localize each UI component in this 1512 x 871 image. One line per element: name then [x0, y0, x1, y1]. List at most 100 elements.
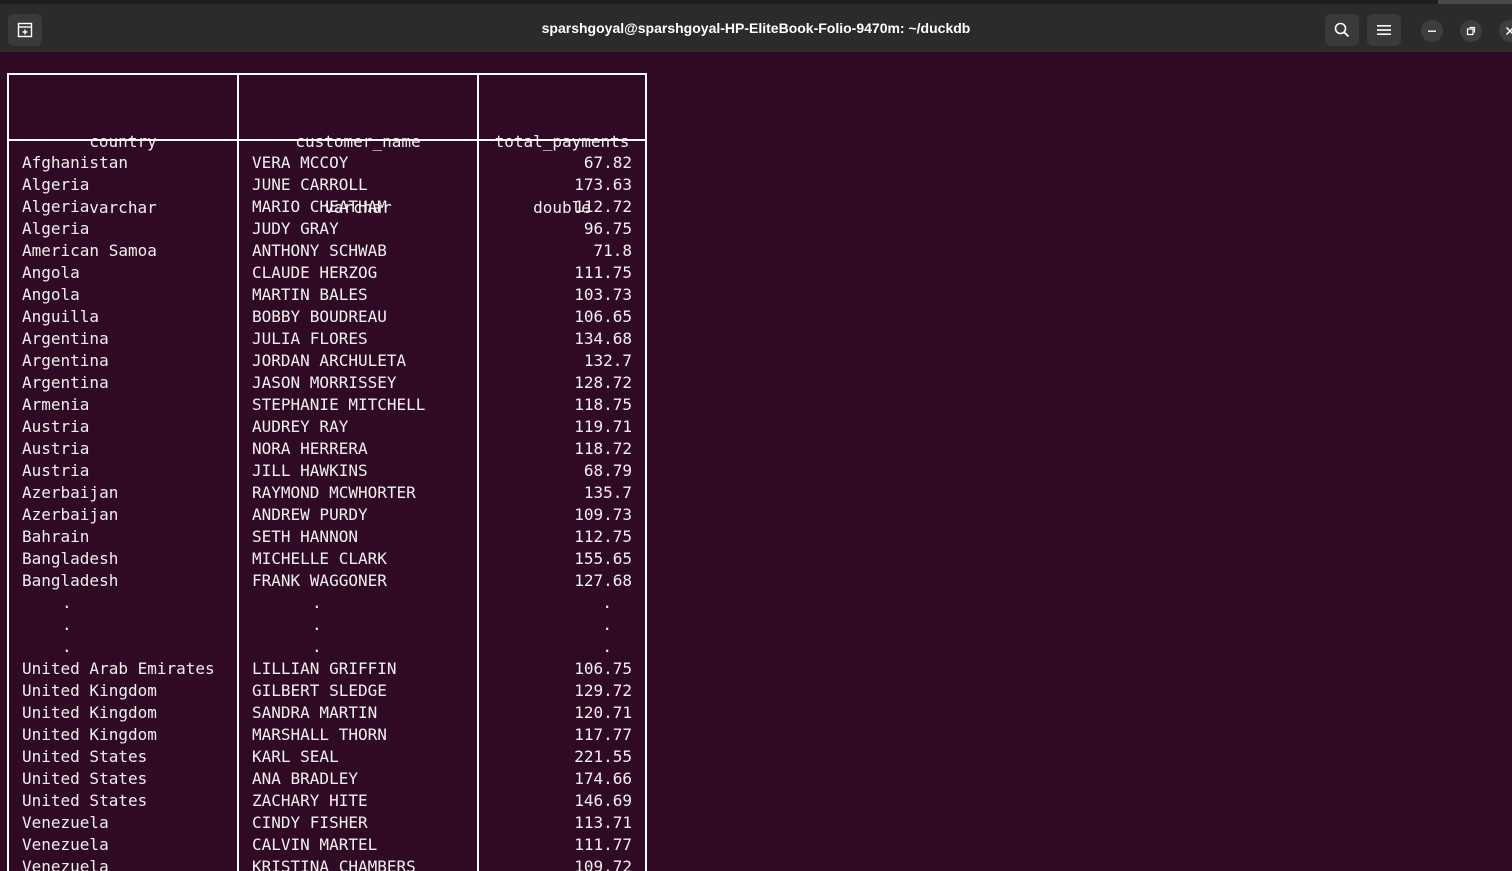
- cell-country: Argentina: [22, 351, 109, 370]
- cell-total-payments: 173.63: [574, 175, 632, 194]
- cell-customer-name: MARTIN BALES: [252, 285, 368, 304]
- cell-country: United States: [22, 791, 148, 810]
- table-row: American Samoa ANTHONY SCHWAB 71.8: [9, 240, 645, 262]
- minimize-icon: [1428, 30, 1436, 32]
- cell-total-payments: 132.7: [583, 351, 632, 370]
- cell-customer-name: KRISTINA CHAMBERS: [252, 857, 416, 871]
- cell-total-payments: 135.7: [583, 483, 632, 502]
- window-titlebar: sparshgoyal@sparshgoyal-HP-EliteBook-Fol…: [0, 0, 1512, 52]
- cell-country: Azerbaijan: [22, 483, 119, 502]
- cell-country: Algeria: [22, 175, 90, 194]
- cell-total-payments: 111.75: [574, 263, 632, 282]
- cell-total-payments: 103.73: [574, 285, 632, 304]
- cell-customer-name: ANTHONY SCHWAB: [252, 241, 387, 260]
- cell-customer-name: JASON MORRISSEY: [252, 373, 397, 392]
- cell-customer-name: VERA MCCOY: [252, 153, 349, 172]
- table-row: Austria NORA HERRERA 118.72: [9, 438, 645, 460]
- search-icon: [1334, 22, 1350, 38]
- cell-country: Bangladesh: [22, 571, 119, 590]
- column-name: customer_name: [295, 132, 421, 151]
- cell-total-payments: 71.8: [593, 241, 632, 260]
- cell-country: Argentina: [22, 373, 109, 392]
- ellipsis-dot: .: [312, 593, 322, 612]
- cell-country: Austria: [22, 439, 90, 458]
- cell-customer-name: CALVIN MARTEL: [252, 835, 378, 854]
- cell-country: Bangladesh: [22, 549, 119, 568]
- cell-total-payments: 113.71: [574, 813, 632, 832]
- ellipsis-dot: .: [62, 637, 72, 656]
- column-name: total_payments: [494, 132, 630, 151]
- cell-country: Angola: [22, 263, 80, 282]
- cell-total-payments: 221.55: [574, 747, 632, 766]
- cell-country: United Kingdom: [22, 703, 157, 722]
- cell-total-payments: 68.79: [583, 461, 632, 480]
- table-row: United Kingdom GILBERT SLEDGE 129.72: [9, 680, 645, 702]
- ellipsis-dot: .: [62, 615, 72, 634]
- restore-button[interactable]: [1460, 20, 1482, 42]
- table-row: United Kingdom SANDRA MARTIN 120.71: [9, 702, 645, 724]
- cell-total-payments: 106.65: [574, 307, 632, 326]
- table-row: Anguilla BOBBY BOUDREAU 106.65: [9, 306, 645, 328]
- cell-customer-name: MARSHALL THORN: [252, 725, 387, 744]
- cell-total-payments: 155.65: [574, 549, 632, 568]
- cell-customer-name: CINDY FISHER: [252, 813, 368, 832]
- cell-total-payments: 112.75: [574, 527, 632, 546]
- table-row: United States ZACHARY HITE 146.69: [9, 790, 645, 812]
- cell-total-payments: 134.68: [574, 329, 632, 348]
- cell-customer-name: CLAUDE HERZOG: [252, 263, 378, 282]
- cell-total-payments: 127.68: [574, 571, 632, 590]
- cell-customer-name: JUNE CARROLL: [252, 175, 368, 194]
- restore-icon: [1466, 26, 1476, 36]
- table-row: United Arab Emirates LILLIAN GRIFFIN 106.7…: [9, 658, 645, 680]
- cell-customer-name: BOBBY BOUDREAU: [252, 307, 387, 326]
- minimize-button[interactable]: [1421, 20, 1443, 42]
- hamburger-menu-icon: [1377, 25, 1391, 35]
- cell-country: Armenia: [22, 395, 90, 414]
- table-row: Austria JILL HAWKINS 68.79: [9, 460, 645, 482]
- table-row: United States ANA BRADLEY 174.66: [9, 768, 645, 790]
- cell-total-payments: 109.72: [574, 857, 632, 871]
- cell-country: Azerbaijan: [22, 505, 119, 524]
- table-row: Venezuela CALVIN MARTEL 111.77: [9, 834, 645, 856]
- cell-total-payments: 106.75: [574, 659, 632, 678]
- cell-country: United Arab Emirates: [22, 659, 215, 678]
- cell-customer-name: JILL HAWKINS: [252, 461, 368, 480]
- cell-total-payments: 109.73: [574, 505, 632, 524]
- cell-country: Afghanistan: [22, 153, 128, 172]
- search-button[interactable]: [1325, 14, 1359, 46]
- column-name: country: [89, 132, 157, 151]
- terminal-output[interactable]: country varchar customer_name varchar to…: [0, 52, 1512, 871]
- cell-country: Venezuela: [22, 857, 109, 871]
- cell-total-payments: 119.71: [574, 417, 632, 436]
- table-row: Argentina JULIA FLORES 134.68: [9, 328, 645, 350]
- result-table: country varchar customer_name varchar to…: [7, 73, 647, 871]
- ellipsis-dot: .: [312, 615, 322, 634]
- table-row: Angola CLAUDE HERZOG 111.75: [9, 262, 645, 284]
- cell-total-payments: 67.82: [583, 153, 632, 172]
- cell-country: Venezuela: [22, 813, 109, 832]
- table-row: Venezuela KRISTINA CHAMBERS 109.72: [9, 856, 645, 871]
- cell-customer-name: STEPHANIE MITCHELL: [252, 395, 426, 414]
- ellipsis-row: ...: [9, 636, 645, 658]
- cell-customer-name: JULIA FLORES: [252, 329, 368, 348]
- table-row: Austria AUDREY RAY 119.71: [9, 416, 645, 438]
- table-row: Argentina JORDAN ARCHULETA 132.7: [9, 350, 645, 372]
- table-row: Azerbaijan RAYMOND MCWHORTER 135.7: [9, 482, 645, 504]
- cell-customer-name: LILLIAN GRIFFIN: [252, 659, 397, 678]
- cell-total-payments: 120.71: [574, 703, 632, 722]
- ellipsis-row: ...: [9, 614, 645, 636]
- window-title: sparshgoyal@sparshgoyal-HP-EliteBook-Fol…: [541, 20, 971, 36]
- table-row: Azerbaijan ANDREW PURDY 109.73: [9, 504, 645, 526]
- ellipsis-row: ...: [9, 592, 645, 614]
- cell-customer-name: ZACHARY HITE: [252, 791, 368, 810]
- ellipsis-dot: .: [312, 637, 322, 656]
- cell-country: United Kingdom: [22, 725, 157, 744]
- cell-customer-name: SANDRA MARTIN: [252, 703, 378, 722]
- cell-country: United Kingdom: [22, 681, 157, 700]
- cell-total-payments: 117.77: [574, 725, 632, 744]
- cell-country: Venezuela: [22, 835, 109, 854]
- table-row: Algeria MARIO CHEATHAM 112.72: [9, 196, 645, 218]
- menu-button[interactable]: [1367, 14, 1401, 46]
- ellipsis-dot: .: [602, 593, 612, 612]
- cell-customer-name: ANA BRADLEY: [252, 769, 358, 788]
